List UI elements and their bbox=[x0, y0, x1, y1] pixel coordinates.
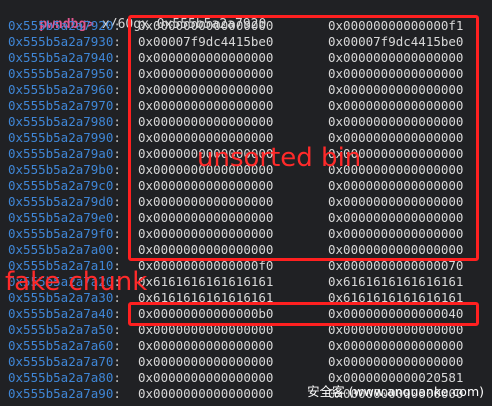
address-colon: : bbox=[113, 322, 121, 337]
address-cell: 0x555b5a2a7980: bbox=[8, 114, 121, 130]
memory-value-low: 0x0000000000000000 bbox=[138, 354, 274, 369]
memory-address: 0x555b5a2a7a70 bbox=[8, 354, 114, 369]
address-cell: 0x555b5a2a7a90: bbox=[8, 386, 121, 402]
address-cell: 0x555b5a2a7950: bbox=[8, 66, 121, 82]
address-cell: 0x555b5a2a7a80: bbox=[8, 370, 121, 386]
memory-address: 0x555b5a2a79e0 bbox=[8, 210, 114, 225]
address-colon: : bbox=[113, 50, 121, 65]
memory-value-high: 0x0000000000000000 bbox=[328, 354, 464, 369]
memory-address: 0x555b5a2a79b0 bbox=[8, 162, 114, 177]
address-cell: 0x555b5a2a7930: bbox=[8, 34, 121, 50]
memory-value-low: 0x0000000000000000 bbox=[138, 386, 274, 401]
memory-value-low: 0x6161616161616161 bbox=[138, 274, 274, 289]
memory-address: 0x555b5a2a7a50 bbox=[8, 322, 114, 337]
memory-address: 0x555b5a2a7a90 bbox=[8, 386, 114, 401]
address-cell: 0x555b5a2a79c0: bbox=[8, 178, 121, 194]
address-colon: : bbox=[113, 226, 121, 241]
memory-address: 0x555b5a2a7960 bbox=[8, 82, 114, 97]
unsorted-bin-label: unsorted bin bbox=[197, 143, 362, 173]
address-colon: : bbox=[113, 162, 121, 177]
memory-value-high: 0x0000000000000000 bbox=[328, 338, 464, 353]
address-colon: : bbox=[113, 34, 121, 49]
address-cell: 0x555b5a2a7a60: bbox=[8, 338, 121, 354]
memory-address: 0x555b5a2a7a60 bbox=[8, 338, 114, 353]
memory-address: 0x555b5a2a7970 bbox=[8, 98, 114, 113]
unsorted-bin-highlight-box bbox=[128, 15, 479, 261]
address-cell: 0x555b5a2a7990: bbox=[8, 130, 121, 146]
memory-address: 0x555b5a2a7930 bbox=[8, 34, 114, 49]
address-colon: : bbox=[113, 18, 121, 33]
memory-row: 0x555b5a2a7a70: 0x0000000000000000 0x00000… bbox=[0, 354, 492, 370]
address-colon: : bbox=[113, 146, 121, 161]
address-cell: 0x555b5a2a7a50: bbox=[8, 322, 121, 338]
address-cell: 0x555b5a2a7960: bbox=[8, 82, 121, 98]
memory-row: 0x555b5a2a7a60: 0x0000000000000000 0x00000… bbox=[0, 338, 492, 354]
address-cell: 0x555b5a2a7a70: bbox=[8, 354, 121, 370]
memory-address: 0x555b5a2a7a80 bbox=[8, 370, 114, 385]
fake-chunk-highlight-box bbox=[128, 302, 479, 326]
address-colon: : bbox=[113, 130, 121, 145]
address-cell: 0x555b5a2a7a00: bbox=[8, 242, 121, 258]
memory-value-high: 0x6161616161616161 bbox=[328, 274, 464, 289]
address-cell: 0x555b5a2a7940: bbox=[8, 50, 121, 66]
address-colon: : bbox=[113, 194, 121, 209]
memory-address: 0x555b5a2a7940 bbox=[8, 50, 114, 65]
memory-address: 0x555b5a2a7920 bbox=[8, 18, 114, 33]
address-cell: 0x555b5a2a7970: bbox=[8, 98, 121, 114]
watermark: 安全客 (www.anquanke.com) bbox=[307, 384, 484, 399]
address-colon: : bbox=[113, 242, 121, 257]
address-colon: : bbox=[113, 82, 121, 97]
memory-address: 0x555b5a2a7950 bbox=[8, 66, 114, 81]
address-cell: 0x555b5a2a79f0: bbox=[8, 226, 121, 242]
address-colon: : bbox=[113, 114, 121, 129]
address-colon: : bbox=[113, 370, 121, 385]
address-colon: : bbox=[113, 386, 121, 401]
address-cell: 0x555b5a2a79a0: bbox=[8, 146, 121, 162]
memory-address: 0x555b5a2a7990 bbox=[8, 130, 114, 145]
address-colon: : bbox=[113, 306, 121, 321]
address-cell: 0x555b5a2a7920: bbox=[8, 18, 121, 34]
memory-address: 0x555b5a2a7a00 bbox=[8, 242, 114, 257]
address-cell: 0x555b5a2a7a40: bbox=[8, 306, 121, 322]
address-colon: : bbox=[113, 354, 121, 369]
address-cell: 0x555b5a2a79e0: bbox=[8, 210, 121, 226]
address-colon: : bbox=[113, 210, 121, 225]
address-cell: 0x555b5a2a79b0: bbox=[8, 162, 121, 178]
memory-value-low: 0x0000000000000000 bbox=[138, 370, 274, 385]
fake-chunk-label: fake chunk bbox=[5, 267, 148, 297]
address-colon: : bbox=[113, 178, 121, 193]
memory-value-low: 0x0000000000000000 bbox=[138, 338, 274, 353]
memory-address: 0x555b5a2a79c0 bbox=[8, 178, 114, 193]
address-colon: : bbox=[113, 338, 121, 353]
memory-address: 0x555b5a2a7980 bbox=[8, 114, 114, 129]
address-colon: : bbox=[113, 66, 121, 81]
memory-address: 0x555b5a2a7a40 bbox=[8, 306, 114, 321]
memory-address: 0x555b5a2a79a0 bbox=[8, 146, 114, 161]
memory-address: 0x555b5a2a79d0 bbox=[8, 194, 114, 209]
memory-address: 0x555b5a2a79f0 bbox=[8, 226, 114, 241]
terminal-window[interactable]: pwndbg> x/60gx 0x555b5a2a7920 0x555b5a2a… bbox=[0, 0, 492, 406]
address-cell: 0x555b5a2a79d0: bbox=[8, 194, 121, 210]
address-colon: : bbox=[113, 98, 121, 113]
